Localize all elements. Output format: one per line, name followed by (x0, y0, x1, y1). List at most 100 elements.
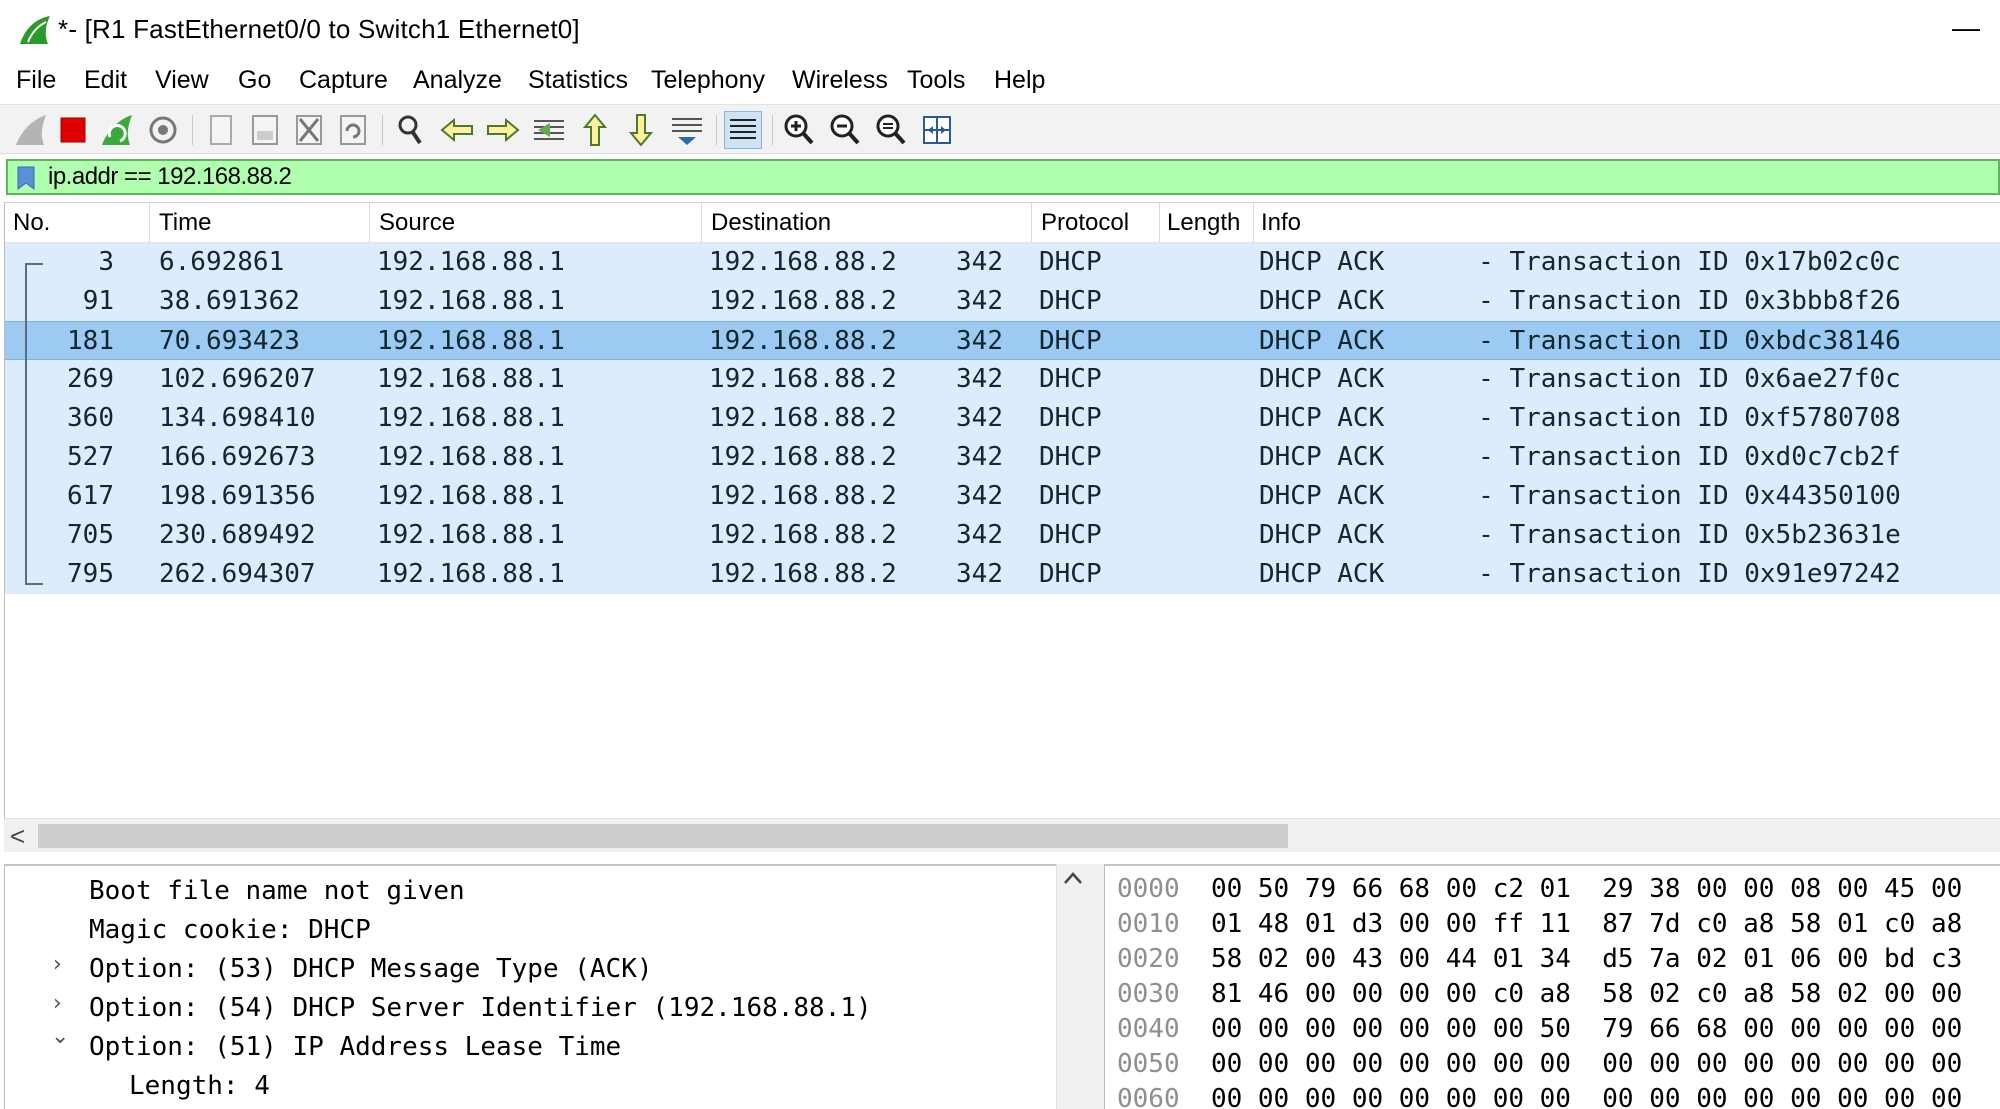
col-header-length[interactable]: Length (1167, 209, 1240, 237)
menu-go[interactable]: Go (238, 66, 271, 95)
hscroll-thumb[interactable] (38, 824, 1288, 848)
detail-line[interactable]: Option: (51) IP Address Lease Time (89, 1032, 621, 1062)
shark-fin-start-icon[interactable] (12, 111, 50, 149)
menu-analyze[interactable]: Analyze (413, 66, 502, 95)
reload-file-icon[interactable] (334, 111, 372, 149)
packet-row[interactable]: 705 230.689492 192.168.88.1 192.168.88.2… (5, 516, 2000, 555)
packet-no: 91 (82, 286, 114, 316)
auto-scroll-icon[interactable] (668, 111, 706, 149)
go-to-packet-icon[interactable] (530, 111, 568, 149)
go-back-icon[interactable] (438, 111, 476, 149)
detail-line[interactable]: Boot file name not given (89, 876, 465, 906)
packet-row[interactable]: 617 198.691356 192.168.88.1 192.168.88.2… (5, 477, 2000, 516)
zoom-out-icon[interactable] (826, 111, 864, 149)
details-vscrollbar[interactable] (1056, 864, 1090, 1109)
stop-capture-icon[interactable] (54, 111, 92, 149)
packet-row[interactable]: 3 6.692861 192.168.88.1 192.168.88.2 DHC… (5, 243, 2000, 282)
packet-row-selected[interactable]: 181 70.693423 192.168.88.1 192.168.88.2 … (5, 321, 2000, 360)
menu-help[interactable]: Help (994, 66, 1045, 95)
packet-destination: 192.168.88.2 (709, 286, 897, 316)
col-header-source[interactable]: Source (379, 209, 455, 237)
packet-details-pane: Boot file name not given Magic cookie: D… (4, 864, 1090, 1109)
find-packet-icon[interactable] (392, 111, 430, 149)
column-divider[interactable] (149, 203, 150, 243)
packet-row[interactable]: 795 262.694307 192.168.88.1 192.168.88.2… (5, 555, 2000, 594)
display-filter-bar (6, 159, 2000, 195)
menu-file[interactable]: File (16, 66, 56, 95)
packet-bytes-pane: 0000 00 50 79 66 68 00 c2 01 29 38 00 00… (1104, 864, 2000, 1109)
packet-info: DHCP ACK - Transaction ID 0xbdc38146 (1259, 326, 1901, 356)
scroll-left-arrow-icon[interactable]: < (10, 821, 25, 852)
packet-list-pane: No. Time Source Destination Protocol Len… (4, 202, 2000, 852)
restart-capture-icon[interactable] (98, 111, 136, 149)
packet-time: 102.696207 (159, 364, 316, 394)
filter-bookmark-icon[interactable] (14, 165, 38, 191)
menu-edit[interactable]: Edit (84, 66, 127, 95)
packet-row[interactable]: 527 166.692673 192.168.88.1 192.168.88.2… (5, 438, 2000, 477)
menu-tools[interactable]: Tools (907, 66, 965, 95)
hex-row[interactable]: 0030 81 46 00 00 00 00 c0 a8 58 02 c0 a8… (1117, 979, 1962, 1009)
packet-row[interactable]: 360 134.698410 192.168.88.1 192.168.88.2… (5, 399, 2000, 438)
window-title: *- [R1 FastEthernet0/0 to Switch1 Ethern… (58, 14, 580, 44)
column-divider[interactable] (1253, 203, 1254, 243)
menu-statistics[interactable]: Statistics (528, 66, 628, 95)
detail-line[interactable]: Magic cookie: DHCP (89, 915, 371, 945)
packet-list-hscrollbar[interactable]: < (4, 818, 2000, 852)
column-divider[interactable] (369, 203, 370, 243)
packet-time: 262.694307 (159, 559, 316, 589)
column-divider[interactable] (1031, 203, 1032, 243)
zoom-in-icon[interactable] (780, 111, 818, 149)
hex-bytes: 58 02 00 43 00 44 01 34 d5 7a 02 01 06 0… (1210, 944, 1963, 974)
hex-row[interactable]: 0040 00 00 00 00 00 00 00 50 79 66 68 00… (1117, 1014, 1962, 1044)
col-header-time[interactable]: Time (159, 209, 211, 237)
menu-wireless[interactable]: Wireless (792, 66, 888, 95)
packet-protocol: DHCP (1039, 481, 1102, 511)
detail-line[interactable]: Option: (54) DHCP Server Identifier (192… (89, 993, 872, 1023)
go-forward-icon[interactable] (484, 111, 522, 149)
zoom-normal-icon[interactable] (872, 111, 910, 149)
pane-splitter[interactable] (1090, 864, 1104, 1109)
toolbar-separator (382, 115, 383, 145)
col-header-info[interactable]: Info (1261, 209, 1301, 237)
collapse-arrow-icon[interactable]: ⌄ (51, 1024, 69, 1049)
packet-source: 192.168.88.1 (377, 481, 565, 511)
expand-arrow-icon[interactable]: › (53, 991, 62, 1016)
minimize-button[interactable]: — (1946, 10, 1986, 50)
open-file-icon[interactable] (202, 111, 240, 149)
hex-row[interactable]: 0000 00 50 79 66 68 00 c2 01 29 38 00 00… (1117, 874, 1962, 904)
packet-row[interactable]: 269 102.696207 192.168.88.1 192.168.88.2… (5, 360, 2000, 399)
hex-row[interactable]: 0050 00 00 00 00 00 00 00 00 00 00 00 00… (1117, 1049, 1962, 1079)
col-header-destination[interactable]: Destination (711, 209, 831, 237)
resize-columns-icon[interactable] (918, 111, 956, 149)
menu-view[interactable]: View (155, 66, 209, 95)
detail-line[interactable]: Length: 4 (129, 1071, 270, 1101)
save-file-icon[interactable] (246, 111, 284, 149)
hex-row[interactable]: 0010 01 48 01 d3 00 00 ff 11 87 7d c0 a8… (1117, 909, 1962, 939)
scroll-up-arrow-icon[interactable] (1063, 870, 1083, 886)
detail-line[interactable]: Option: (53) DHCP Message Type (ACK) (89, 954, 653, 984)
display-filter-input[interactable] (48, 161, 1988, 193)
hex-row[interactable]: 0060 00 00 00 00 00 00 00 00 00 00 00 00… (1117, 1084, 1962, 1109)
hex-bytes: 00 00 00 00 00 00 00 50 79 66 68 00 00 0… (1210, 1014, 1963, 1044)
close-file-icon[interactable] (290, 111, 328, 149)
packet-length: 342 (956, 520, 1003, 550)
column-divider[interactable] (1159, 203, 1160, 243)
packet-source: 192.168.88.1 (377, 364, 565, 394)
menu-telephony[interactable]: Telephony (651, 66, 765, 95)
menu-capture[interactable]: Capture (299, 66, 388, 95)
expand-arrow-icon[interactable]: › (53, 952, 62, 977)
packet-time: 6.692861 (159, 247, 285, 277)
packet-time: 134.698410 (159, 403, 316, 433)
colorize-icon[interactable] (724, 111, 762, 149)
col-header-protocol[interactable]: Protocol (1041, 209, 1129, 237)
col-header-no[interactable]: No. (13, 209, 50, 237)
go-last-icon[interactable] (622, 111, 660, 149)
capture-options-icon[interactable] (144, 111, 182, 149)
packet-time: 166.692673 (159, 442, 316, 472)
go-first-icon[interactable] (576, 111, 614, 149)
wireshark-app-icon (20, 16, 50, 44)
column-divider[interactable] (701, 203, 702, 243)
packet-row[interactable]: 91 38.691362 192.168.88.1 192.168.88.2 D… (5, 282, 2000, 321)
packet-time: 198.691356 (159, 481, 316, 511)
hex-row[interactable]: 0020 58 02 00 43 00 44 01 34 d5 7a 02 01… (1117, 944, 1962, 974)
